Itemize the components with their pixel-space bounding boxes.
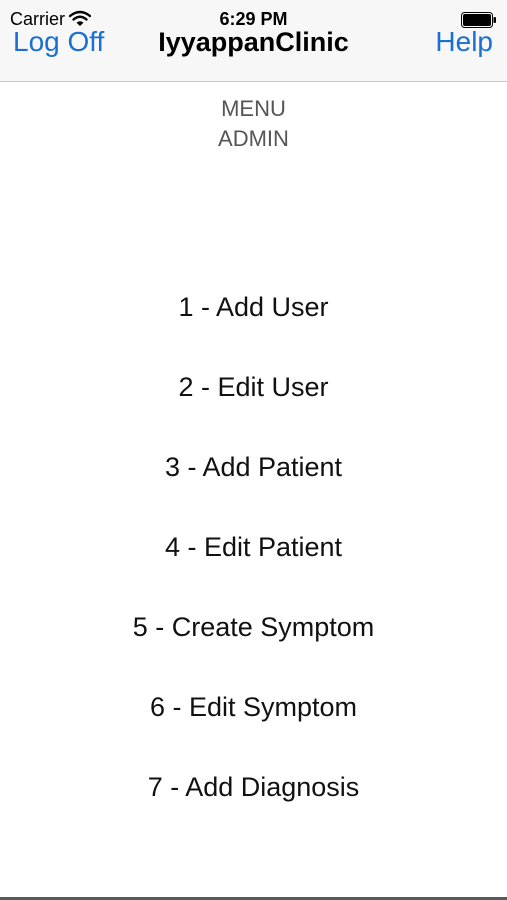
menu-item-create-symptom[interactable]: 5 - Create Symptom bbox=[0, 607, 507, 687]
menu-item-edit-user[interactable]: 2 - Edit User bbox=[0, 367, 507, 447]
menu-list: 1 - Add User 2 - Edit User 3 - Add Patie… bbox=[0, 287, 507, 847]
menu-heading: MENU bbox=[221, 96, 286, 121]
menu-item-add-patient[interactable]: 3 - Add Patient bbox=[0, 447, 507, 527]
page-title: IyyappanClinic bbox=[158, 27, 349, 57]
menu-header: MENU ADMIN bbox=[0, 94, 507, 154]
menu-item-add-user[interactable]: 1 - Add User bbox=[0, 287, 507, 367]
navigation-bar: Carrier 6:29 PM Log Off IyyappanClinic H… bbox=[0, 0, 507, 82]
menu-item-edit-patient[interactable]: 4 - Edit Patient bbox=[0, 527, 507, 607]
menu-item-edit-symptom[interactable]: 6 - Edit Symptom bbox=[0, 687, 507, 767]
menu-item-add-diagnosis[interactable]: 7 - Add Diagnosis bbox=[0, 767, 507, 847]
user-role-label: ADMIN bbox=[218, 126, 289, 151]
help-button[interactable]: Help bbox=[435, 24, 493, 60]
